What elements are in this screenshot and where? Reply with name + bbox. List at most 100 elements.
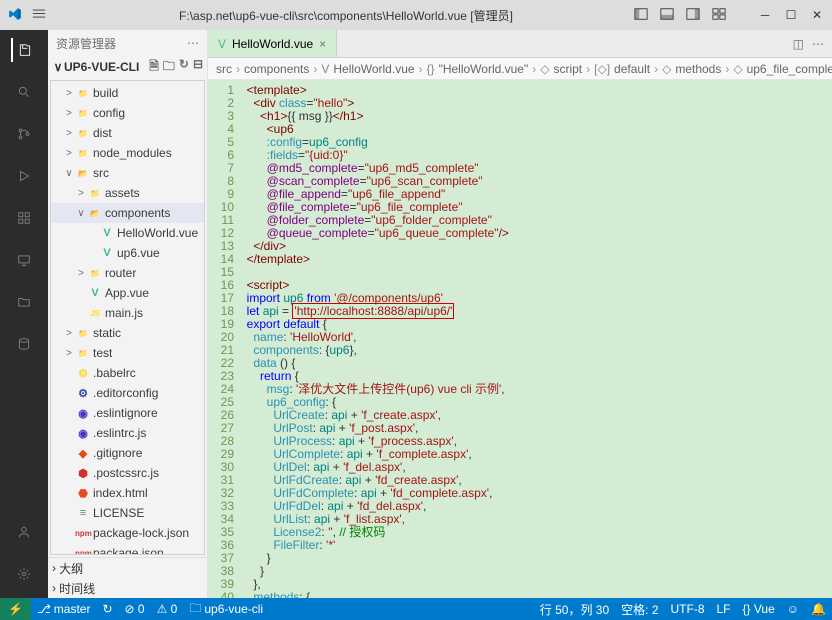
new-file-icon[interactable]: 🗎 (149, 57, 159, 78)
code-editor[interactable]: 1234567891011121314151617181920212223242… (208, 80, 832, 598)
tree-item-node-modules[interactable]: >📁node_modules (51, 143, 204, 163)
database-icon[interactable] (12, 332, 36, 356)
maximize-icon[interactable]: ☐ (784, 8, 798, 22)
explorer-sidebar: 资源管理器 ⋯ ∨ UP6-VUE-CLI 🗎 🗀 ↻ ⊟ >📁build>📁c… (48, 30, 208, 598)
tree-item-up6-vue[interactable]: Vup6.vue (51, 243, 204, 263)
tree-item-config[interactable]: >📁config (51, 103, 204, 123)
tree-item-test[interactable]: >📁test (51, 343, 204, 363)
close-tab-icon[interactable]: × (319, 37, 326, 51)
warnings-indicator[interactable]: ⚠ 0 (151, 602, 184, 616)
outline-section[interactable]: › 大纲 (48, 558, 207, 578)
minimize-icon[interactable]: ─ (758, 8, 772, 22)
tree-item--gitignore[interactable]: ◆.gitignore (51, 443, 204, 463)
tree-item-static[interactable]: >📁static (51, 323, 204, 343)
close-icon[interactable]: ✕ (810, 8, 824, 22)
breadcrumb-item[interactable]: script (553, 62, 582, 76)
split-editor-icon[interactable]: ◫ (793, 37, 804, 51)
explorer-title: 资源管理器 (56, 35, 187, 52)
breadcrumb-item[interactable]: HelloWorld.vue (333, 62, 414, 76)
cursor-position[interactable]: 行 50，列 30 (534, 601, 615, 618)
breadcrumb-item[interactable]: src (216, 62, 232, 76)
tree-item-label: router (105, 266, 136, 280)
tree-item-label: package.json (93, 546, 164, 555)
tree-item-label: components (105, 206, 170, 220)
remote-indicator[interactable]: ⚡ (0, 598, 31, 620)
tree-item-components[interactable]: ∨📂components (51, 203, 204, 223)
more-actions-icon[interactable]: ⋯ (812, 37, 824, 51)
tree-item--eslintrc-js[interactable]: ◉.eslintrc.js (51, 423, 204, 443)
layout-grid-icon[interactable] (712, 7, 726, 24)
hamburger-menu-icon[interactable] (32, 7, 46, 24)
tree-item-app-vue[interactable]: VApp.vue (51, 283, 204, 303)
code-content[interactable]: <template> <div class="hello"> <h1>{{ ms… (240, 80, 832, 598)
source-control-icon[interactable] (12, 122, 36, 146)
errors-indicator[interactable]: ⊘ 0 (119, 602, 151, 616)
eol-indicator[interactable]: LF (711, 601, 737, 618)
git-branch[interactable]: ⎇master (31, 602, 97, 616)
debug-icon[interactable] (12, 164, 36, 188)
tree-item-build[interactable]: >📁build (51, 83, 204, 103)
breadcrumb-item[interactable]: methods (675, 62, 721, 76)
breadcrumb-item[interactable]: up6_file_complete (747, 62, 832, 76)
breadcrumb-icon: ◇ (662, 62, 671, 76)
file-type-icon: 📂 (87, 209, 103, 218)
indent-indicator[interactable]: 空格: 2 (615, 601, 664, 618)
tree-item-dist[interactable]: >📁dist (51, 123, 204, 143)
breadcrumb[interactable]: src›components›VHelloWorld.vue›{}"HelloW… (208, 58, 832, 80)
folder-indicator[interactable]: 🗀up6-vue-cli (183, 599, 269, 620)
new-folder-icon[interactable]: 🗀 (163, 57, 175, 78)
layout-panel-left-icon[interactable] (634, 7, 648, 24)
line-gutter: 1234567891011121314151617181920212223242… (208, 80, 240, 598)
chevron-icon: ∨ (75, 208, 87, 219)
extensions-icon[interactable] (12, 206, 36, 230)
gear-icon[interactable] (12, 562, 36, 586)
more-icon[interactable]: ⋯ (187, 36, 199, 50)
file-type-icon: 📁 (75, 109, 91, 118)
tree-item-label: test (93, 346, 112, 360)
tree-item-package-lock-json[interactable]: npmpackage-lock.json (51, 523, 204, 543)
file-type-icon: ◉ (75, 427, 91, 440)
tree-item-helloworld-vue[interactable]: VHelloWorld.vue (51, 223, 204, 243)
chevron-icon: > (63, 328, 75, 339)
tree-item--postcssrc-js[interactable]: ⬢.postcssrc.js (51, 463, 204, 483)
language-indicator[interactable]: {} Vue (737, 601, 781, 618)
tree-item-license[interactable]: ≡LICENSE (51, 503, 204, 523)
tree-item-assets[interactable]: >📁assets (51, 183, 204, 203)
tree-item--eslintignore[interactable]: ◉.eslintignore (51, 403, 204, 423)
tree-item--babelrc[interactable]: ⚙.babelrc (51, 363, 204, 383)
project-root[interactable]: ∨ UP6-VUE-CLI 🗎 🗀 ↻ ⊟ (48, 56, 207, 78)
breadcrumb-item[interactable]: default (614, 62, 650, 76)
layout-panel-bottom-icon[interactable] (660, 7, 674, 24)
remote-icon[interactable] (12, 248, 36, 272)
breadcrumb-item[interactable]: "HelloWorld.vue" (439, 62, 529, 76)
search-icon[interactable] (12, 80, 36, 104)
sync-button[interactable]: ↻ (96, 602, 118, 616)
file-type-icon: 📁 (75, 149, 91, 158)
tree-item-label: .eslintignore (93, 406, 158, 420)
tree-item-router[interactable]: >📁router (51, 263, 204, 283)
tab-helloworld[interactable]: V HelloWorld.vue × (208, 30, 337, 57)
tree-item--editorconfig[interactable]: ⚙.editorconfig (51, 383, 204, 403)
breadcrumb-icon: ◇ (540, 62, 549, 76)
tree-item-label: .editorconfig (93, 386, 158, 400)
file-tree: >📁build>📁config>📁dist>📁node_modules∨📂src… (50, 80, 205, 555)
breadcrumb-item[interactable]: components (244, 62, 309, 76)
feedback-icon[interactable]: ☺ (781, 601, 805, 618)
window-controls: ─ ☐ ✕ (634, 7, 824, 24)
tree-item-src[interactable]: ∨📂src (51, 163, 204, 183)
folder-icon[interactable] (12, 290, 36, 314)
refresh-icon[interactable]: ↻ (179, 57, 189, 78)
timeline-section[interactable]: › 时间线 (48, 578, 207, 598)
chevron-icon: > (63, 148, 75, 159)
tree-item-index-html[interactable]: ⬣index.html (51, 483, 204, 503)
encoding-indicator[interactable]: UTF-8 (665, 601, 711, 618)
explorer-icon[interactable] (11, 38, 35, 62)
file-type-icon: JS (87, 309, 103, 318)
account-icon[interactable] (12, 520, 36, 544)
notifications-icon[interactable]: 🔔 (805, 601, 832, 618)
collapse-icon[interactable]: ⊟ (193, 57, 203, 78)
file-type-icon: ⬣ (75, 487, 91, 500)
tree-item-package-json[interactable]: npmpackage.json (51, 543, 204, 555)
tree-item-main-js[interactable]: JSmain.js (51, 303, 204, 323)
layout-panel-right-icon[interactable] (686, 7, 700, 24)
